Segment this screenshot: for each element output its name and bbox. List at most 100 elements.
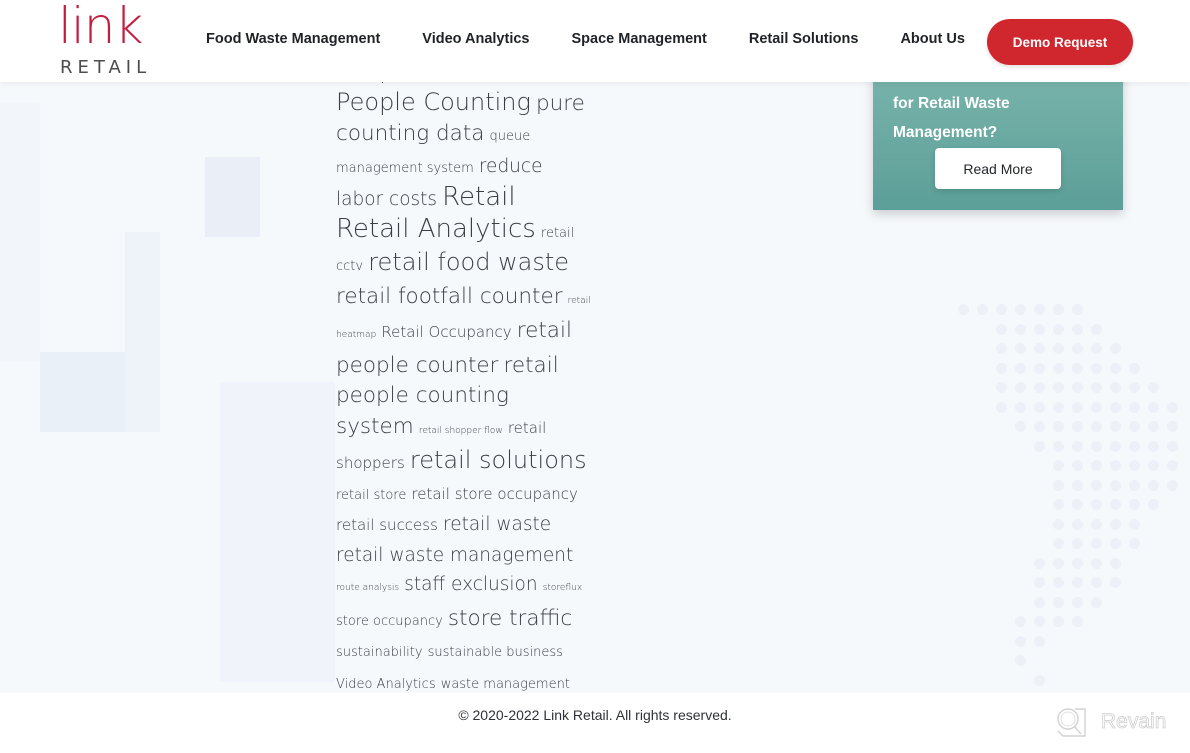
decorative-dot [1167,479,1178,491]
tag-link[interactable]: retail shopper flow [419,426,503,436]
decorative-dot [1129,479,1140,491]
decorative-dot [1072,440,1083,452]
decorative-dot [1015,635,1026,647]
promo-text-line-1: for Retail Waste [893,95,1010,112]
decorative-dot [1110,421,1121,432]
decorative-dot [1034,304,1045,315]
decorative-dot [1129,401,1140,413]
tag-link[interactable]: Retail [442,182,515,212]
tag-link[interactable]: Video Analytics [336,677,436,692]
promo-text-line-2: Management? [893,124,998,141]
decorative-dot [1091,323,1102,335]
decorative-dot [1053,421,1064,432]
decorative-dot [1148,460,1159,471]
decorative-dot [1110,538,1121,549]
tag-link[interactable]: retail waste [443,514,551,535]
decorative-dot [1148,499,1159,510]
logo[interactable]: link RETAIL [58,0,158,80]
decorative-dot [1091,362,1102,374]
decorative-dot [958,304,969,315]
tag-link[interactable]: sustainability [336,645,423,660]
tag-link[interactable]: staff exclusion [404,574,537,595]
decorative-dot [996,382,1007,393]
nav-item-retail-solutions[interactable]: Retail Solutions [749,31,859,47]
read-more-button[interactable]: Read More [935,148,1061,189]
logo-wordmark: link [58,0,143,55]
tag-link[interactable]: retail store occupancy [411,485,577,503]
bg-shape [205,157,260,237]
decorative-dot [1110,382,1121,393]
revain-text: Revain [1101,710,1167,734]
tag-link[interactable]: retail food waste [368,248,569,276]
decorative-dot [1072,401,1083,413]
decorative-dot [1053,577,1064,588]
decorative-dot [1091,382,1102,393]
decorative-dot [1034,577,1045,588]
decorative-dot [1015,304,1026,315]
demo-request-button[interactable]: Demo Request [987,19,1133,65]
tag-link[interactable]: Retail Occupancy [381,323,511,341]
decorative-dot [1053,382,1064,393]
tag-link[interactable]: Retail Analytics [336,214,536,244]
decorative-dot [1110,518,1121,530]
logo-subtitle: RETAIL [60,57,152,78]
decorative-dot [1053,304,1064,315]
decorative-dot [1091,421,1102,432]
decorative-dot [1129,382,1140,393]
decorative-dot [1091,557,1102,569]
decorative-dot [1072,343,1083,354]
tag-link[interactable]: retail store [336,488,406,503]
bg-shape [220,382,335,682]
decorative-dot [1129,421,1140,432]
tag-link[interactable]: store occupancy [336,614,443,629]
decorative-dot [1053,557,1064,569]
decorative-dot [1072,421,1083,432]
decorative-dot [1053,362,1064,374]
tag-link[interactable]: retail waste management [336,545,573,566]
nav-item-food-waste-management[interactable]: Food Waste Management [206,31,380,47]
decorative-dot [1072,518,1083,530]
decorative-dot [1015,421,1026,432]
decorative-dot [977,304,988,315]
decorative-dot [1053,479,1064,491]
decorative-dot [1015,401,1026,413]
decorative-dot [1072,304,1083,315]
decorative-dot [1091,343,1102,354]
decorative-dot [1072,479,1083,491]
decorative-dot [1167,421,1178,432]
nav-item-about-us[interactable]: About Us [900,31,964,47]
nav-item-video-analytics[interactable]: Video Analytics [422,31,529,47]
decorative-dot [996,343,1007,354]
decorative-dot [1072,382,1083,393]
tag-link[interactable]: storeflux [543,583,582,593]
decorative-dot [1091,440,1102,452]
decorative-dot [1072,538,1083,549]
decorative-dot [1072,557,1083,569]
decorative-dot [1015,382,1026,393]
tag-link[interactable]: store traffic [448,606,572,631]
decorative-dot [1148,382,1159,393]
decorative-dot [1129,499,1140,510]
decorative-dot [1053,538,1064,549]
decorative-dot [1110,343,1121,354]
tag-link[interactable]: retail success [336,516,438,534]
tag-link[interactable]: People Counting [336,88,531,116]
tag-link[interactable]: route analysis [336,583,399,593]
revain-watermark: Revain [1055,706,1167,738]
nav-item-space-management[interactable]: Space Management [571,31,706,47]
dot-pattern [958,304,1190,694]
decorative-dot [1053,460,1064,471]
decorative-dot [1072,460,1083,471]
decorative-dot [1053,323,1064,335]
revain-logo-icon [1057,708,1086,737]
tag-link[interactable]: sustainable business [428,645,563,660]
decorative-dot [1091,460,1102,471]
decorative-dot [1110,479,1121,491]
site-footer: © 2020-2022 Link Retail. All rights rese… [0,693,1190,753]
decorative-dot [996,401,1007,413]
decorative-dot [1053,596,1064,608]
decorative-dot [1110,557,1121,569]
tag-link[interactable]: retail footfall counter [336,284,563,309]
tag-link[interactable]: retail solutions [410,446,587,474]
decorative-dot [1110,499,1121,510]
